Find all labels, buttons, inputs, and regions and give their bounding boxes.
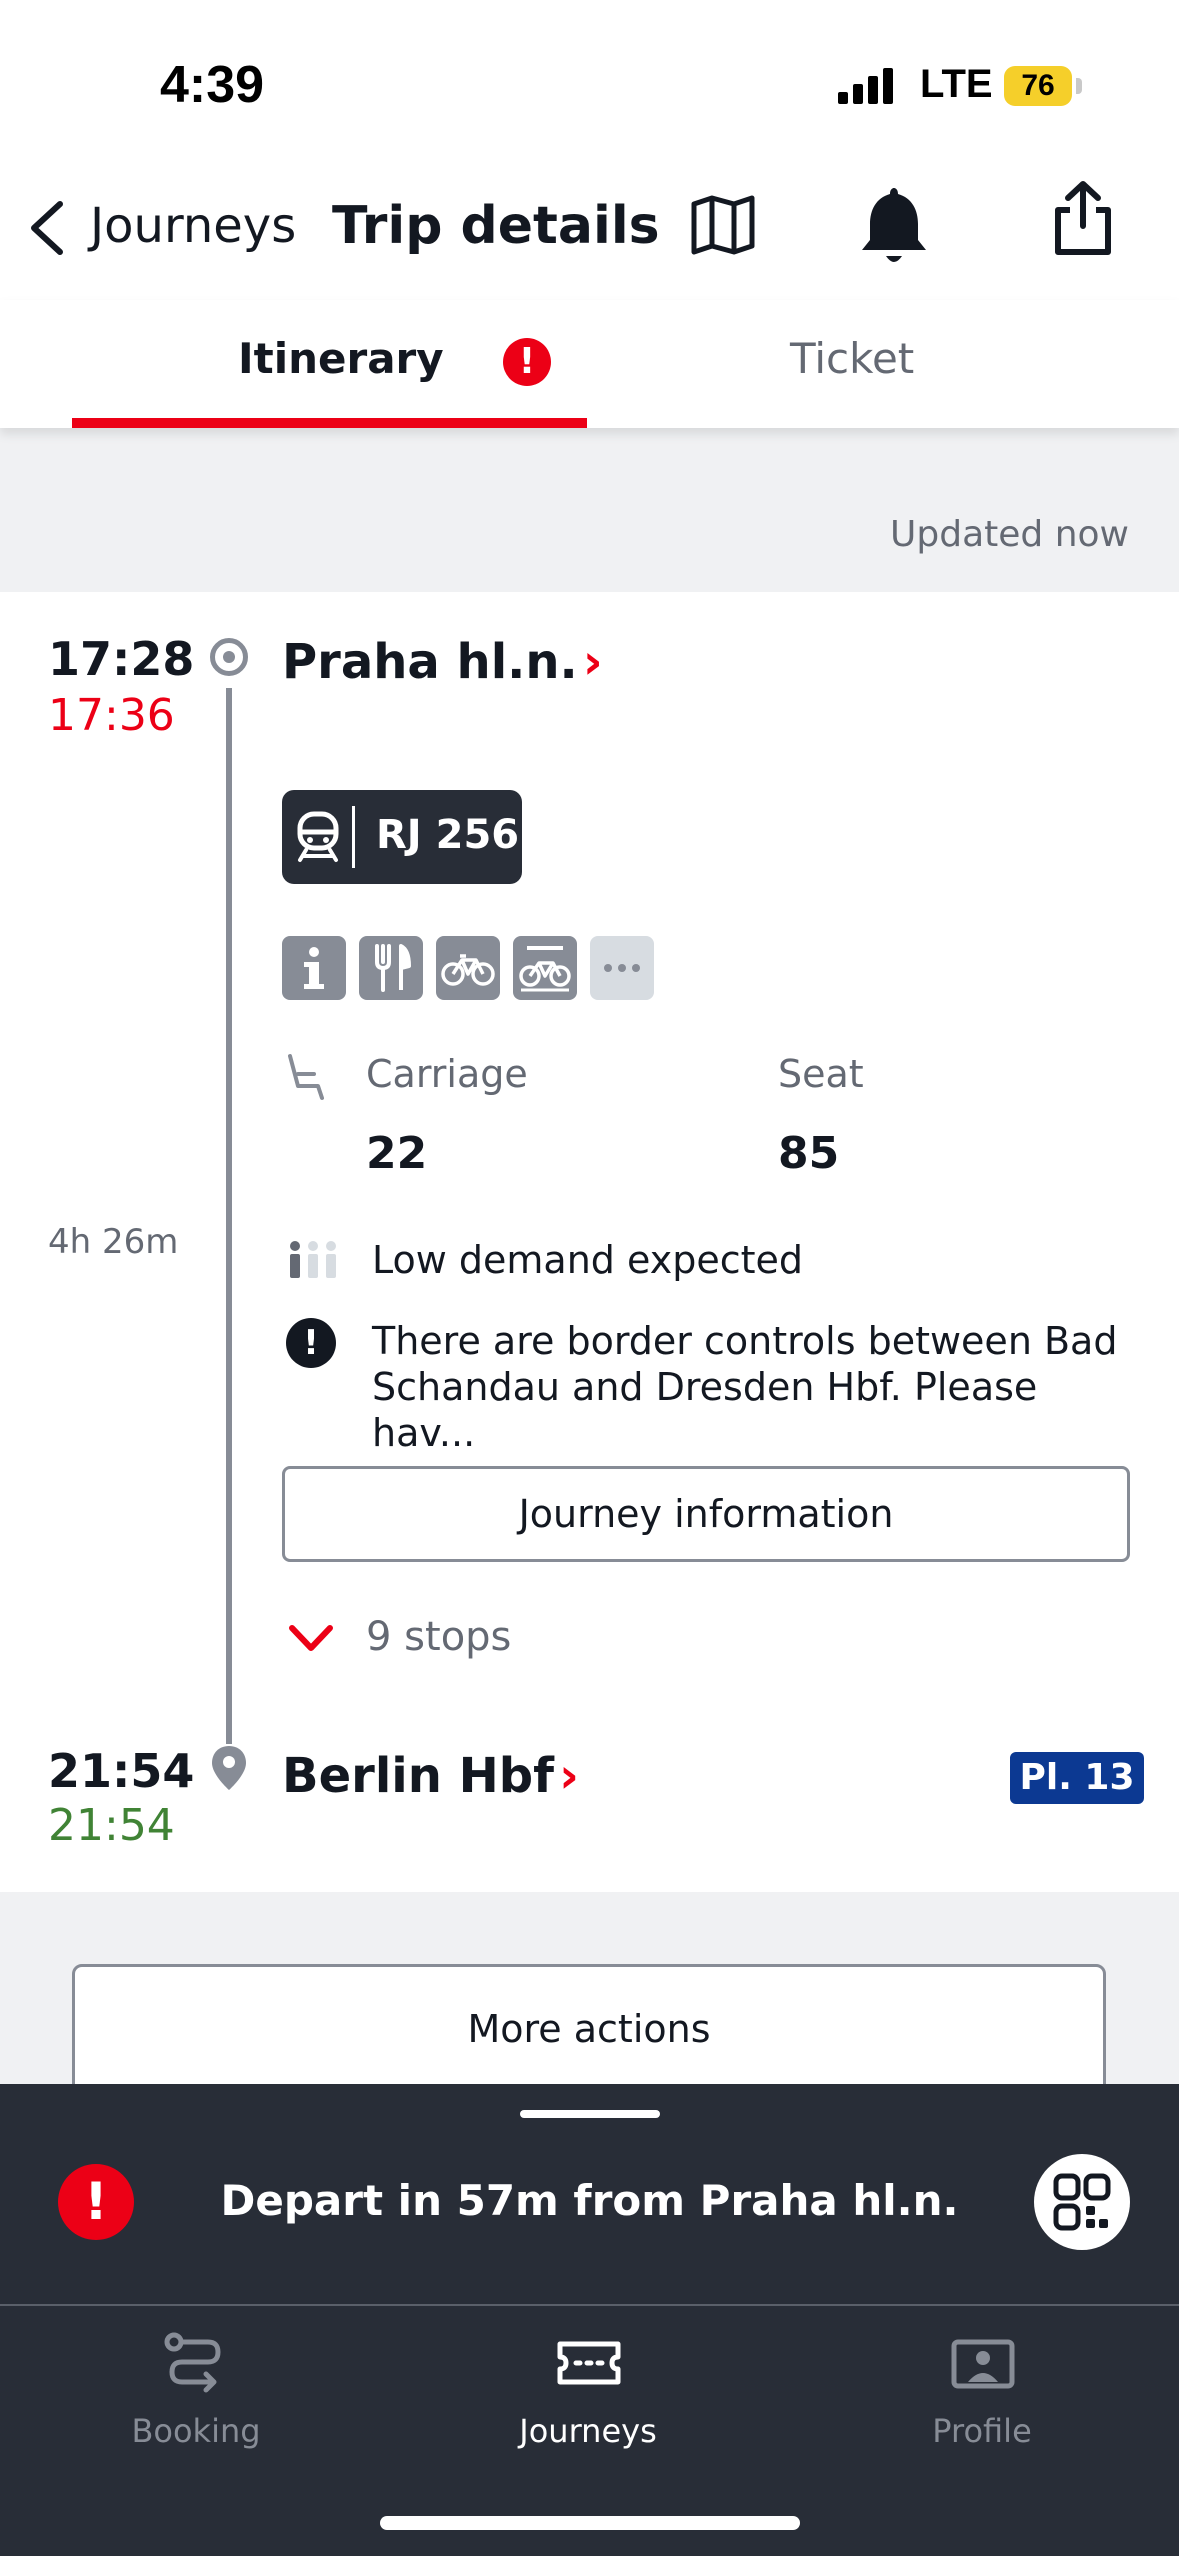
- bike-icon: [436, 936, 500, 1000]
- origin-station-link[interactable]: Praha hl.n. ›: [282, 634, 603, 690]
- chevron-right-icon: ›: [559, 1748, 579, 1804]
- restaurant-icon: [359, 936, 423, 1000]
- qr-code-icon: [1052, 2172, 1112, 2232]
- bike-reservation-icon: [513, 936, 577, 1000]
- status-time: 4:39: [160, 56, 265, 114]
- border-control-notice[interactable]: There are border controls between Bad Sc…: [372, 1318, 1132, 1456]
- departure-countdown: Depart in 57m from Praha hl.n.: [220, 2176, 959, 2225]
- info-icon: [282, 936, 346, 1000]
- stops-toggle[interactable]: 9 stops: [366, 1614, 511, 1660]
- departure-scheduled-time: 17:28: [48, 632, 195, 686]
- battery-icon: 76: [1004, 66, 1072, 106]
- demand-icon: [288, 1240, 338, 1280]
- share-icon[interactable]: [1052, 180, 1114, 256]
- page-title: Trip details: [332, 196, 660, 256]
- warning-icon: !: [286, 1318, 336, 1368]
- tab-booking[interactable]: Booking: [46, 2412, 346, 2450]
- updated-status: Updated now: [890, 514, 1129, 555]
- seat-label: Seat: [778, 1052, 864, 1096]
- train-badge-divider: [352, 806, 355, 868]
- tab-itinerary-label: Itinerary: [238, 334, 444, 383]
- ticket-icon[interactable]: [556, 2330, 622, 2396]
- destination-station-link[interactable]: Berlin Hbf ›: [282, 1748, 579, 1804]
- departure-realtime: 17:36: [48, 690, 175, 741]
- demand-text: Low demand expected: [372, 1238, 803, 1282]
- location-pin-icon: [210, 1744, 248, 1792]
- carriage-value: 22: [366, 1128, 428, 1179]
- more-actions-button[interactable]: More actions: [72, 1964, 1106, 2094]
- back-chevron-icon[interactable]: [26, 200, 66, 256]
- battery-nub: [1076, 78, 1082, 94]
- timeline-line: [226, 688, 232, 1744]
- bell-icon[interactable]: [858, 182, 930, 270]
- seat-value: 85: [778, 1128, 840, 1179]
- train-number: RJ 256: [376, 812, 520, 858]
- map-icon[interactable]: [690, 194, 756, 256]
- destination-station: Berlin Hbf: [282, 1748, 555, 1804]
- chevron-right-icon: ›: [582, 634, 603, 690]
- tab-ticket[interactable]: Ticket: [790, 334, 914, 383]
- signal-icon: [838, 68, 898, 104]
- arrival-realtime: 21:54: [48, 1800, 175, 1851]
- seat-icon: [284, 1052, 328, 1102]
- origin-station: Praha hl.n.: [282, 634, 578, 690]
- train-icon: [296, 810, 340, 864]
- sheet-handle[interactable]: [520, 2110, 660, 2118]
- arrival-scheduled-time: 21:54: [48, 1744, 195, 1798]
- platform-badge: Pl. 13: [1010, 1752, 1144, 1804]
- carriage-label: Carriage: [366, 1052, 528, 1096]
- alert-icon: !: [503, 338, 551, 386]
- back-button[interactable]: Journeys: [90, 198, 296, 254]
- origin-marker-center: [223, 651, 235, 663]
- booking-route-icon[interactable]: [162, 2330, 228, 2396]
- trip-duration: 4h 26m: [48, 1222, 179, 1262]
- more-icon[interactable]: [590, 936, 654, 1000]
- profile-icon[interactable]: [950, 2330, 1016, 2396]
- tab-journeys[interactable]: Journeys: [438, 2412, 738, 2450]
- network-type: LTE: [920, 62, 993, 106]
- tab-profile[interactable]: Profile: [832, 2412, 1132, 2450]
- journey-information-button[interactable]: Journey information: [282, 1466, 1130, 1562]
- chevron-down-icon[interactable]: [288, 1624, 334, 1654]
- active-tab-indicator: [72, 418, 587, 428]
- home-indicator: [380, 2516, 800, 2530]
